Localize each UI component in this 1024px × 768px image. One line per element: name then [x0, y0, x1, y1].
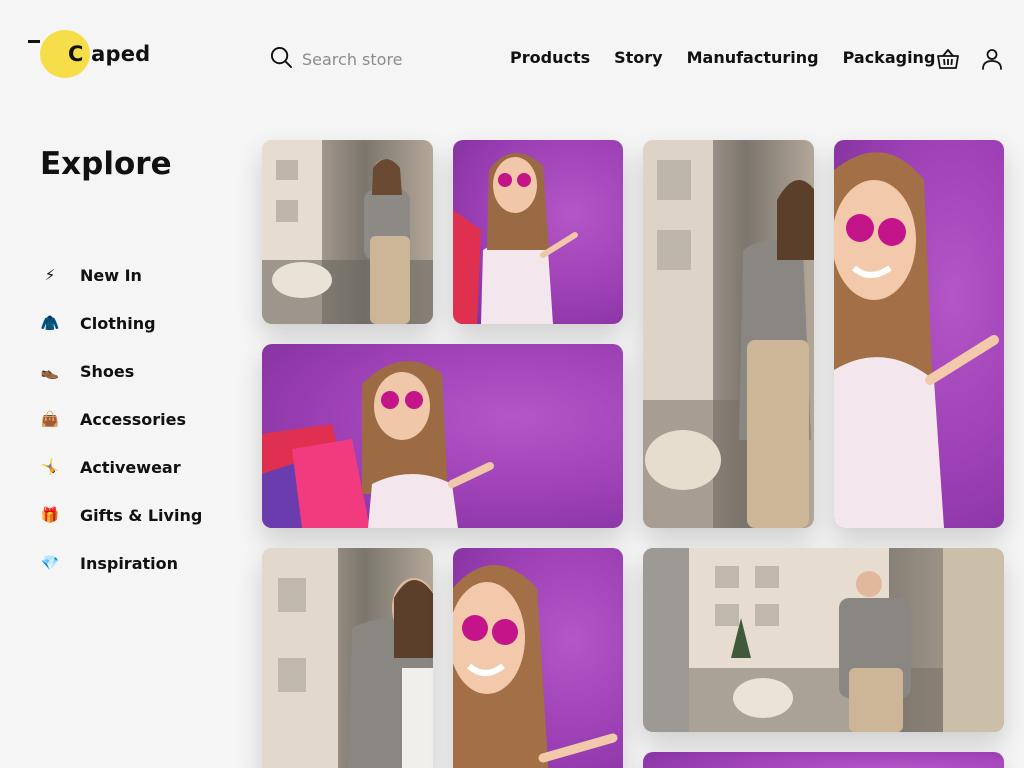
- menu-item-accessories[interactable]: 👜 Accessories: [40, 407, 202, 431]
- photo-tile[interactable]: [262, 344, 623, 528]
- menu-item-label: Gifts & Living: [80, 505, 203, 525]
- menu-item-clothing[interactable]: 🧥 Clothing: [40, 311, 202, 335]
- nav-products[interactable]: Products: [510, 48, 590, 67]
- menu-item-activewear[interactable]: 🤸 Activewear: [40, 455, 202, 479]
- photo-tile[interactable]: [453, 140, 623, 324]
- basket-icon[interactable]: [936, 47, 960, 71]
- lightning-icon: ⚡: [44, 266, 56, 284]
- menu-item-new-in[interactable]: ⚡ New In: [40, 263, 202, 287]
- gem-icon: 💎: [40, 554, 60, 572]
- logo-text: C aped: [68, 42, 151, 66]
- coat-icon: 🧥: [40, 314, 60, 332]
- menu-item-label: Clothing: [80, 313, 156, 333]
- menu-item-label: New In: [80, 265, 142, 285]
- nav-packaging[interactable]: Packaging: [843, 48, 936, 67]
- menu-item-shoes[interactable]: 👞 Shoes: [40, 359, 202, 383]
- photo-tile[interactable]: [643, 548, 1004, 732]
- shoe-icon: 👞: [40, 362, 60, 380]
- main-nav: Products Story Manufacturing Packaging: [510, 48, 935, 67]
- menu-item-inspiration[interactable]: 💎 Inspiration: [40, 551, 202, 575]
- category-menu: ⚡ New In 🧥 Clothing 👞 Shoes 👜 Accessorie…: [40, 263, 203, 599]
- brand-logo[interactable]: C aped: [28, 30, 168, 78]
- search-icon[interactable]: [270, 46, 293, 73]
- user-icon[interactable]: [980, 47, 1004, 71]
- menu-item-label: Shoes: [80, 361, 135, 381]
- menu-item-label: Activewear: [80, 457, 181, 477]
- gymnast-icon: 🤸: [40, 458, 60, 476]
- sidebar-title: Explore: [40, 146, 172, 182]
- menu-item-label: Accessories: [80, 409, 186, 429]
- menu-item-label: Inspiration: [80, 553, 179, 573]
- gift-icon: 🎁: [40, 506, 60, 524]
- menu-item-gifts-living[interactable]: 🎁 Gifts & Living: [40, 503, 203, 527]
- nav-story[interactable]: Story: [614, 48, 662, 67]
- logo-dash: [28, 40, 40, 43]
- photo-tile[interactable]: [262, 548, 433, 768]
- search-bar[interactable]: [270, 46, 470, 72]
- nav-manufacturing[interactable]: Manufacturing: [687, 48, 819, 67]
- search-input[interactable]: [302, 49, 462, 69]
- photo-tile[interactable]: [643, 752, 1004, 768]
- handbag-icon: 👜: [40, 410, 60, 428]
- photo-tile[interactable]: [834, 140, 1004, 528]
- photo-tile[interactable]: [643, 140, 814, 528]
- photo-tile[interactable]: [453, 548, 623, 768]
- photo-tile[interactable]: [262, 140, 433, 324]
